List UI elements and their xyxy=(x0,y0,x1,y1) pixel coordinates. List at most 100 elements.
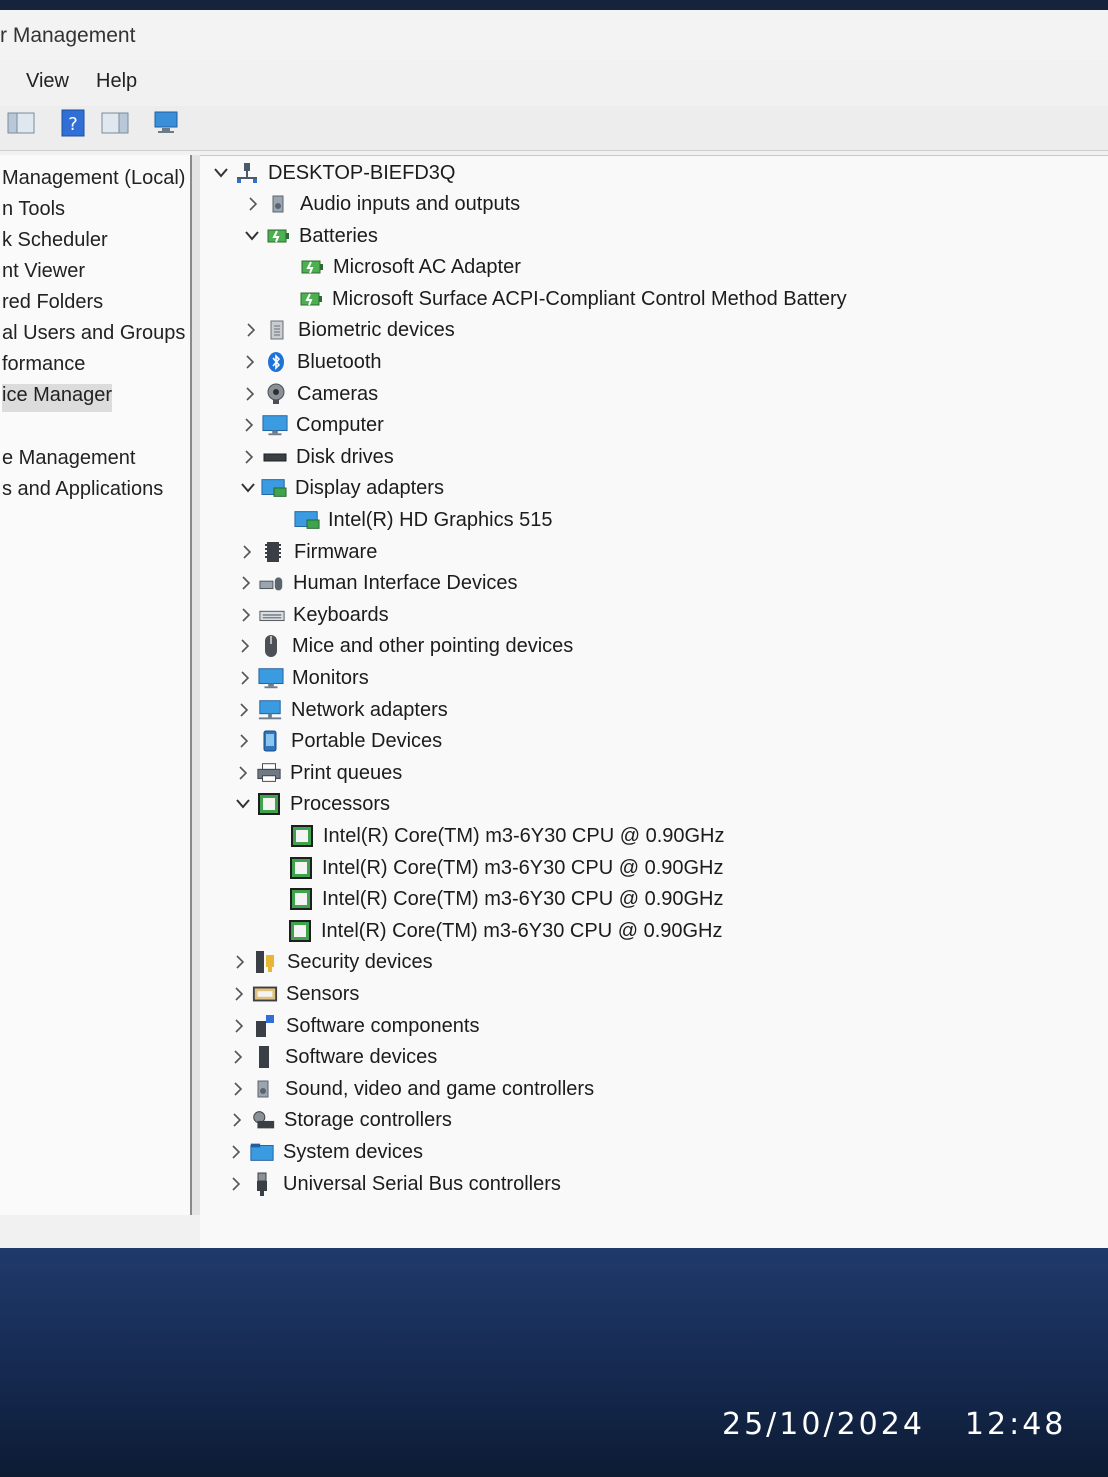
chevron-down-icon[interactable] xyxy=(208,168,234,178)
device-category[interactable]: Mice and other pointing devices xyxy=(232,631,573,661)
battery-icon xyxy=(265,223,291,249)
device-category[interactable]: Sound, video and game controllers xyxy=(225,1074,594,1104)
display-adapter-icon xyxy=(294,507,320,533)
show-hide-action-pane-button[interactable] xyxy=(100,108,130,138)
help-button[interactable]: ? xyxy=(58,108,88,138)
chevron-right-icon[interactable] xyxy=(236,450,262,464)
device-item[interactable]: Intel(R) Core(TM) m3-6Y30 CPU @ 0.90GHz xyxy=(262,853,724,883)
show-hide-console-tree-button[interactable] xyxy=(6,108,36,138)
processor-icon xyxy=(287,918,313,944)
device-item[interactable]: Microsoft Surface ACPI-Compliant Control… xyxy=(272,284,847,314)
device-category[interactable]: Software components xyxy=(226,1011,479,1041)
device-label: Intel(R) Core(TM) m3-6Y30 CPU @ 0.90GHz xyxy=(323,824,725,847)
device-item[interactable]: Intel(R) Core(TM) m3-6Y30 CPU @ 0.90GHz xyxy=(263,821,725,851)
tree-item-event-viewer[interactable]: nt Viewer xyxy=(2,260,85,288)
device-category[interactable]: Batteries xyxy=(239,221,378,251)
device-category[interactable]: System devices xyxy=(223,1137,423,1167)
computer-network-icon xyxy=(234,160,260,186)
chevron-right-icon[interactable] xyxy=(225,1050,251,1064)
usb-icon xyxy=(249,1171,275,1197)
device-label: Storage controllers xyxy=(284,1108,452,1131)
device-category[interactable]: Monitors xyxy=(232,663,369,693)
menu-view[interactable]: View xyxy=(26,70,69,93)
tree-item-disk-management[interactable]: e Management xyxy=(2,447,135,475)
chevron-right-icon[interactable] xyxy=(232,639,258,653)
tree-item-system-tools[interactable]: n Tools xyxy=(2,198,65,226)
chevron-right-icon[interactable] xyxy=(231,703,257,717)
pane-splitter[interactable] xyxy=(192,155,200,1215)
system-folder-icon xyxy=(249,1139,275,1165)
chevron-right-icon[interactable] xyxy=(238,323,264,337)
device-category[interactable]: Firmware xyxy=(234,537,377,567)
device-item[interactable]: Intel(R) HD Graphics 515 xyxy=(268,505,553,535)
speaker-icon xyxy=(266,191,292,217)
device-category[interactable]: Computer xyxy=(236,410,384,440)
device-item[interactable]: Microsoft AC Adapter xyxy=(273,252,521,282)
chevron-right-icon[interactable] xyxy=(237,387,263,401)
device-item[interactable]: Intel(R) Core(TM) m3-6Y30 CPU @ 0.90GHz xyxy=(262,884,724,914)
device-category[interactable]: Human Interface Devices xyxy=(233,568,518,598)
device-item[interactable]: Intel(R) Core(TM) m3-6Y30 CPU @ 0.90GHz xyxy=(261,916,723,946)
chevron-right-icon[interactable] xyxy=(233,576,259,590)
chevron-right-icon[interactable] xyxy=(233,608,259,622)
tree-item-computer-management[interactable]: Management (Local) xyxy=(2,167,185,195)
device-label: Display adapters xyxy=(295,476,444,499)
help-icon: ? xyxy=(61,109,85,137)
chevron-right-icon[interactable] xyxy=(231,734,257,748)
chevron-down-icon[interactable] xyxy=(239,231,265,241)
chevron-right-icon[interactable] xyxy=(226,987,252,1001)
tree-item-performance[interactable]: formance xyxy=(2,353,85,381)
device-category[interactable]: Biometric devices xyxy=(238,315,455,345)
tree-item-local-users-and-groups[interactable]: al Users and Groups xyxy=(2,322,185,350)
device-label: Batteries xyxy=(299,224,378,247)
fingerprint-icon xyxy=(264,317,290,343)
chevron-down-icon[interactable] xyxy=(235,483,261,493)
chevron-right-icon[interactable] xyxy=(223,1177,249,1191)
chevron-right-icon[interactable] xyxy=(224,1113,250,1127)
menu-help[interactable]: Help xyxy=(96,70,137,93)
chevron-right-icon[interactable] xyxy=(227,955,253,969)
device-category[interactable]: Cameras xyxy=(237,379,378,409)
chevron-right-icon[interactable] xyxy=(232,671,258,685)
tree-item-task-scheduler[interactable]: k Scheduler xyxy=(2,229,108,257)
device-category[interactable]: Disk drives xyxy=(236,442,394,472)
desktop-background xyxy=(0,1248,1108,1477)
scan-hardware-button[interactable] xyxy=(152,108,182,138)
device-label: Processors xyxy=(290,792,391,815)
tree-item-services-and-applications[interactable]: s and Applications xyxy=(2,478,163,506)
device-category[interactable]: Sensors xyxy=(226,979,359,1009)
chevron-right-icon[interactable] xyxy=(223,1145,249,1159)
device-category[interactable]: Processors xyxy=(230,789,390,819)
chevron-down-icon[interactable] xyxy=(230,799,256,809)
computer-management-window: r Management View Help ? Management (Loc… xyxy=(0,10,1108,1248)
tree-item-label: n Tools xyxy=(2,198,66,220)
chevron-right-icon[interactable] xyxy=(240,197,266,211)
sensor-icon xyxy=(252,981,278,1007)
device-category[interactable]: Software devices xyxy=(225,1042,437,1072)
device-category[interactable]: Portable Devices xyxy=(231,726,442,756)
device-category[interactable]: Keyboards xyxy=(233,600,389,630)
device-category[interactable]: Universal Serial Bus controllers xyxy=(223,1169,561,1199)
printer-icon xyxy=(256,760,282,786)
tree-item-device-manager[interactable]: ice Manager xyxy=(2,384,113,412)
network-adapter-icon xyxy=(257,697,283,723)
device-category[interactable]: Audio inputs and outputs xyxy=(240,189,520,219)
chevron-right-icon[interactable] xyxy=(237,355,263,369)
chevron-right-icon[interactable] xyxy=(230,766,256,780)
device-category[interactable]: Print queues xyxy=(230,758,402,788)
chevron-right-icon[interactable] xyxy=(234,545,260,559)
chevron-right-icon[interactable] xyxy=(225,1082,251,1096)
device-category[interactable]: Display adapters xyxy=(235,473,444,503)
device-label: Audio inputs and outputs xyxy=(300,192,521,215)
device-category[interactable]: Network adapters xyxy=(231,695,448,725)
device-category[interactable]: Bluetooth xyxy=(237,347,382,377)
device-label: System devices xyxy=(283,1140,424,1163)
device-tree-root[interactable]: DESKTOP-BIEFD3Q xyxy=(208,158,455,188)
chevron-right-icon[interactable] xyxy=(236,418,262,432)
keyboard-icon xyxy=(259,602,285,628)
tree-item-shared-folders[interactable]: red Folders xyxy=(2,291,103,319)
device-category[interactable]: Security devices xyxy=(227,947,433,977)
chevron-right-icon[interactable] xyxy=(226,1019,252,1033)
device-category[interactable]: Storage controllers xyxy=(224,1105,452,1135)
device-label: Monitors xyxy=(292,666,369,689)
